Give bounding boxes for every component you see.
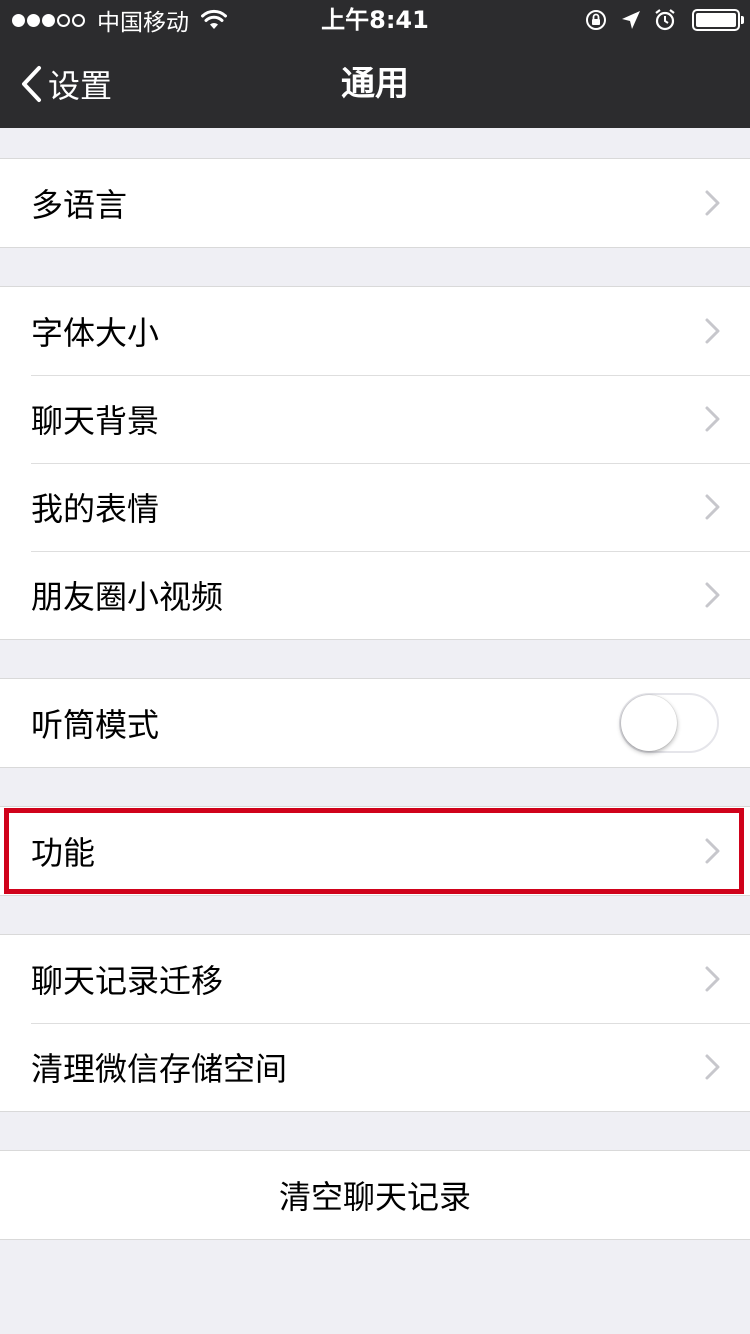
clear-chat-history-button[interactable]: 清空聊天记录 — [0, 1151, 750, 1239]
chevron-right-icon — [705, 318, 720, 344]
settings-item-label: 字体大小 — [31, 314, 160, 352]
settings-item-chat-background[interactable]: 聊天背景 — [0, 375, 750, 463]
alarm-icon — [655, 9, 675, 31]
settings-group-features: 功能 — [0, 806, 750, 896]
battery-icon — [692, 9, 744, 31]
rotation-lock-icon — [586, 10, 606, 30]
settings-group-earpiece: 听筒模式 — [0, 678, 750, 768]
earpiece-mode-toggle[interactable] — [619, 693, 719, 753]
chevron-right-icon — [705, 966, 720, 992]
toggle-knob — [621, 695, 677, 751]
settings-item-chat-migration[interactable]: 聊天记录迁移 — [0, 935, 750, 1023]
settings-item-label: 聊天记录迁移 — [31, 962, 224, 1000]
chevron-right-icon — [705, 190, 720, 216]
settings-item-my-stickers[interactable]: 我的表情 — [0, 463, 750, 551]
chevron-right-icon — [705, 1054, 720, 1080]
settings-group-clear: 清空聊天记录 — [0, 1150, 750, 1240]
battery-level — [696, 13, 736, 27]
settings-item-features[interactable]: 功能 — [0, 807, 750, 895]
battery-cap — [741, 16, 744, 24]
clear-chat-history-label: 清空聊天记录 — [278, 1178, 471, 1216]
status-bar: 中国移动 上午8:41 — [0, 0, 750, 40]
settings-item-earpiece-mode: 听筒模式 — [0, 679, 750, 767]
settings-item-label: 功能 — [31, 834, 96, 872]
chevron-right-icon — [705, 406, 720, 432]
chevron-right-icon — [705, 838, 720, 864]
settings-item-label: 聊天背景 — [31, 402, 160, 440]
settings-item-language[interactable]: 多语言 — [0, 159, 750, 247]
settings-item-manage-storage[interactable]: 清理微信存储空间 — [0, 1023, 750, 1111]
chevron-right-icon — [705, 494, 720, 520]
page-title: 通用 — [341, 64, 409, 104]
settings-item-label: 清理微信存储空间 — [31, 1050, 288, 1088]
settings-item-label: 听筒模式 — [31, 706, 160, 744]
status-right — [572, 4, 744, 36]
settings-item-moments-video[interactable]: 朋友圈小视频 — [0, 551, 750, 639]
location-arrow-icon — [622, 11, 640, 29]
settings-item-label: 朋友圈小视频 — [31, 578, 224, 616]
chevron-right-icon — [705, 582, 720, 608]
settings-item-label: 多语言 — [31, 186, 128, 224]
settings-item-label: 我的表情 — [31, 490, 160, 528]
settings-group-display: 字体大小 聊天背景 我的表情 朋友圈小视频 — [0, 286, 750, 640]
settings-group-storage: 聊天记录迁移 清理微信存储空间 — [0, 934, 750, 1112]
navigation-bar: 设置 通用 — [0, 40, 750, 128]
settings-item-font-size[interactable]: 字体大小 — [0, 287, 750, 375]
settings-group-language: 多语言 — [0, 158, 750, 248]
